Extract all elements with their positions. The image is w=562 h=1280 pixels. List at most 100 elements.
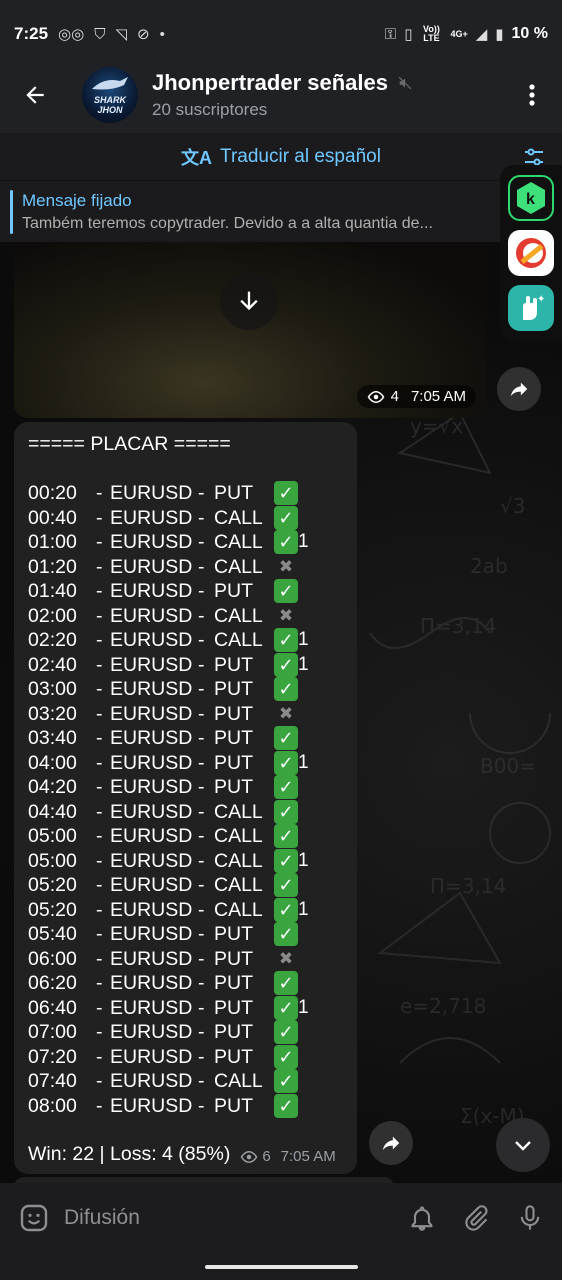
signal-direction: PUT	[214, 996, 253, 1019]
pinned-title: Mensaje fijado	[22, 190, 132, 210]
media-message[interactable]: 4 7:05 AM	[14, 242, 486, 418]
microphone-icon[interactable]	[516, 1204, 544, 1232]
check-mark-icon: ✓	[274, 799, 298, 824]
signal-result: ✓	[272, 824, 298, 849]
separator: -	[96, 531, 103, 553]
translate-icon: 文A	[181, 147, 213, 168]
signal-time: 02:20	[28, 629, 77, 651]
eye-icon	[240, 1150, 258, 1163]
signal-row: 04:20- EURUSD - PUT ✓	[28, 775, 357, 800]
signal-result: ✓ 1	[272, 628, 309, 653]
signal-row: 00:20- EURUSD - PUT ✓	[28, 481, 357, 506]
signal-row: 05:00- EURUSD - CALL ✓	[28, 824, 357, 849]
separator: -	[198, 751, 205, 774]
share-button[interactable]	[369, 1121, 413, 1165]
vibrate-icon: ▯	[404, 26, 413, 43]
signal-direction: PUT	[214, 923, 253, 945]
signal-pair: EURUSD	[110, 923, 193, 945]
signal-time: 01:00	[28, 531, 77, 553]
broadcast-input[interactable]: Difusión	[64, 1206, 140, 1230]
signal-row: 01:20- EURUSD - CALL ✖	[28, 555, 357, 580]
check-mark-icon: ✓	[274, 652, 298, 677]
message-views: 6	[262, 1148, 271, 1165]
signal-time: 04:40	[28, 800, 77, 823]
paperclip-icon[interactable]	[462, 1204, 490, 1232]
signal-result: ✓	[272, 1069, 298, 1094]
signal-row: 04:40- EURUSD - CALL ✓	[28, 799, 357, 825]
signal-direction: CALL	[214, 1070, 263, 1092]
channel-name: Jhonpertrader señales	[152, 70, 388, 95]
cross-mark-icon: ✖	[278, 948, 294, 968]
chat-title-block[interactable]: Jhonpertrader señales 20 suscriptores	[152, 70, 412, 120]
dot-icon: •	[159, 25, 165, 43]
svg-text:B00=: B00=	[480, 754, 536, 778]
separator: -	[96, 923, 103, 945]
chat-header: SHARK JHON Jhonpertrader señales 20 susc…	[0, 56, 562, 134]
network-type-label: 4G+	[450, 28, 468, 39]
more-options-button[interactable]	[502, 56, 562, 134]
check-mark-icon: ✓	[274, 579, 298, 604]
separator: -	[96, 629, 103, 651]
voicemail-icon: ◎◎	[58, 26, 85, 43]
hand-sparkle-app-icon[interactable]: ✦	[508, 284, 554, 331]
signal-pair: EURUSD	[110, 727, 193, 749]
signal-time: 08:00	[28, 1094, 77, 1117]
download-button[interactable]	[220, 272, 278, 330]
signal-pair: EURUSD	[110, 1045, 193, 1068]
separator: -	[96, 776, 103, 798]
signal-time: 00:40	[28, 506, 77, 529]
signal-result: ✓ 1	[272, 530, 309, 555]
cross-mark-icon: ✖	[278, 605, 294, 625]
separator: -	[198, 776, 205, 798]
signal-pair: EURUSD	[110, 751, 193, 774]
separator: -	[198, 898, 205, 921]
gale-count: 1	[298, 849, 309, 871]
signal-row: 06:40- EURUSD - PUT ✓ 1	[28, 995, 357, 1021]
translate-bar[interactable]: 文A Traducir al español	[0, 133, 562, 180]
signal-row: 01:40- EURUSD - PUT ✓	[28, 579, 357, 604]
check-mark-icon: ✓	[274, 481, 298, 506]
back-button[interactable]	[0, 56, 70, 134]
separator: -	[198, 580, 205, 602]
signal-time: 04:00	[28, 751, 77, 774]
no-signal-icon: ◹	[115, 26, 128, 43]
k-app-icon[interactable]: k	[508, 175, 554, 222]
signal-result: ✓ 1	[272, 750, 309, 776]
back-arrow-icon	[26, 86, 44, 104]
signal-result: ✖	[272, 947, 298, 972]
signal-row: 07:00- EURUSD - PUT ✓	[28, 1020, 357, 1045]
separator: -	[198, 482, 205, 504]
separator: -	[96, 727, 103, 749]
svg-text:√3: √3	[500, 494, 525, 518]
avatar-text-jhon: JHON	[97, 105, 123, 115]
check-mark-icon: ✓	[274, 1069, 298, 1094]
check-mark-icon: ✓	[274, 530, 298, 555]
scroll-down-button[interactable]	[496, 1118, 550, 1172]
signals-message[interactable]: ===== PLACAR ===== 00:20- EURUSD - PUT ✓ 00:4…	[14, 422, 357, 1174]
signal-direction: PUT	[214, 678, 253, 700]
signal-row: 01:00- EURUSD - CALL ✓ 1	[28, 530, 357, 555]
gesture-handle[interactable]	[205, 1265, 358, 1269]
signal-pair: EURUSD	[110, 825, 193, 847]
emoji-sticker-icon[interactable]	[18, 1202, 50, 1234]
signal-direction: CALL	[214, 506, 263, 529]
channel-avatar[interactable]: SHARK JHON	[82, 67, 138, 123]
check-mark-icon: ✓	[274, 677, 298, 702]
ccleaner-icon[interactable]	[508, 229, 554, 276]
signal-direction: PUT	[214, 482, 253, 504]
signal-time: 07:40	[28, 1070, 77, 1092]
separator: -	[96, 1070, 103, 1092]
share-button[interactable]	[497, 367, 541, 411]
signal-row: 04:00- EURUSD - PUT ✓ 1	[28, 750, 357, 776]
signal-time: 03:40	[28, 727, 77, 749]
signal-result: ✖	[272, 702, 298, 727]
signal-pair: EURUSD	[110, 996, 193, 1019]
pinned-message-bar[interactable]: Mensaje fijado Também teremos copytrader…	[0, 180, 500, 242]
separator: -	[96, 947, 103, 970]
signal-pair: EURUSD	[110, 678, 193, 700]
signal-pair: EURUSD	[110, 555, 193, 578]
bell-icon[interactable]	[408, 1204, 436, 1232]
signal-direction: PUT	[214, 1021, 253, 1043]
signal-direction: PUT	[214, 972, 253, 994]
gale-count: 1	[298, 531, 309, 552]
